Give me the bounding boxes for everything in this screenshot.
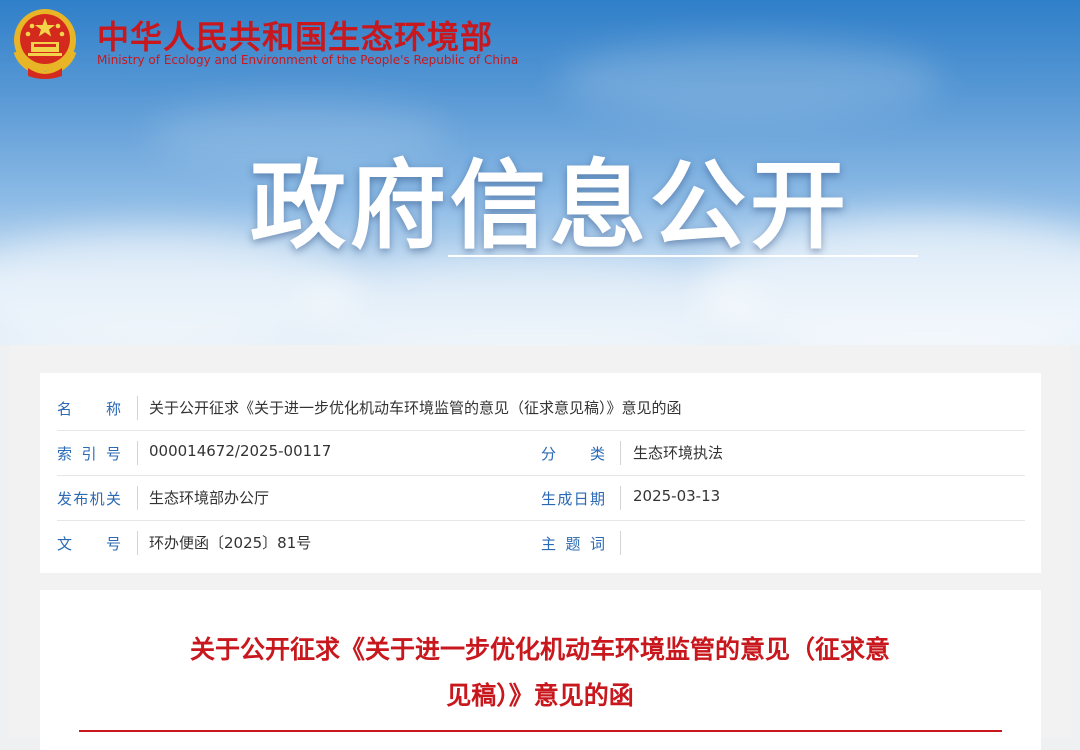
category-value: 生态环境执法 (633, 444, 724, 462)
info-row-name: 名 称 关于公开征求《关于进一步优化机动车环境监管的意见（征求意见稿）》意见的函 (57, 385, 1025, 431)
hero-divider (448, 255, 918, 257)
cloud-decoration (300, 255, 760, 345)
info-row-index: 索 引 号 000014672/2025-00117 分 类 生态环境执法 (57, 430, 1025, 476)
docno-label: 文 号 (57, 535, 121, 553)
divider (137, 396, 138, 420)
title-divider (79, 730, 1002, 732)
date-value: 2025-03-13 (633, 487, 721, 505)
divider (620, 441, 621, 465)
divider (137, 531, 138, 555)
issuer-value: 生态环境部办公厅 (149, 489, 270, 507)
document-info-table: 名 称 关于公开征求《关于进一步优化机动车环境监管的意见（征求意见稿）》意见的函… (40, 373, 1041, 573)
document-title: 关于公开征求《关于进一步优化机动车环境监管的意见（征求意 见稿）》意见的函 (90, 627, 990, 719)
date-label: 生成日期 (541, 490, 605, 508)
site-title[interactable]: 中华人民共和国生态环境部 (97, 12, 493, 58)
divider (620, 531, 621, 555)
docno-value: 环办便函〔2025〕81号 (149, 534, 312, 552)
info-row-issuer: 发布机关 生态环境部办公厅 生成日期 2025-03-13 (57, 475, 1025, 521)
cloud-decoration (560, 40, 940, 120)
national-emblem-icon[interactable] (10, 6, 80, 80)
hero-title: 政府信息公开 (250, 150, 850, 262)
document-title-line: 关于公开征求《关于进一步优化机动车环境监管的意见（征求意 (189, 635, 890, 664)
index-label: 索 引 号 (57, 445, 121, 463)
name-value: 关于公开征求《关于进一步优化机动车环境监管的意见（征求意见稿）》意见的函 (149, 399, 682, 417)
divider (137, 441, 138, 465)
banner: 中华人民共和国生态环境部 Ministry of Ecology and Env… (0, 0, 1080, 345)
document-title-line: 见稿）》意见的函 (446, 681, 634, 710)
info-row-docno: 文 号 环办便函〔2025〕81号 主 题 词 (57, 520, 1025, 565)
index-value: 000014672/2025-00117 (149, 442, 332, 460)
divider (620, 486, 621, 510)
keywords-label: 主 题 词 (541, 535, 605, 553)
name-label: 名 称 (57, 400, 121, 418)
category-label: 分 类 (541, 445, 605, 463)
issuer-label: 发布机关 (57, 490, 121, 508)
divider (137, 486, 138, 510)
site-subtitle: Ministry of Ecology and Environment of t… (97, 53, 519, 67)
